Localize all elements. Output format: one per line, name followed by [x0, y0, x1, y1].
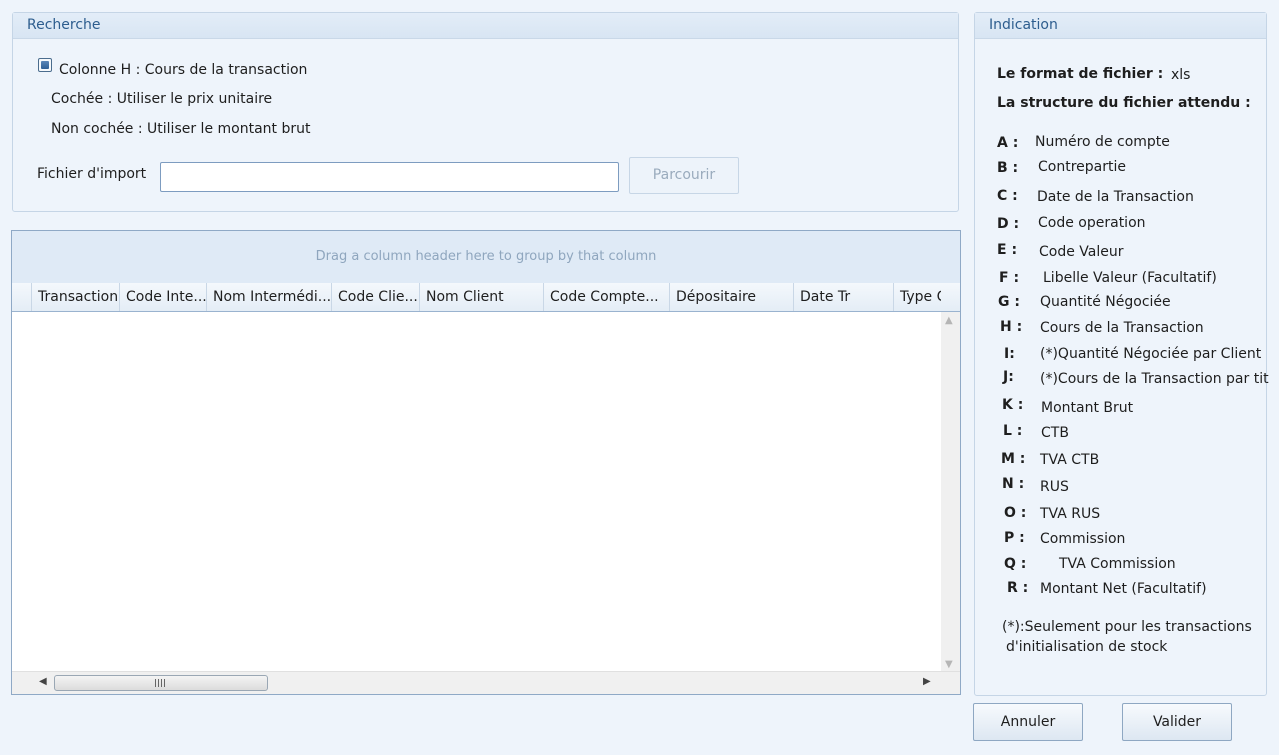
field-value: CTB	[1041, 425, 1069, 441]
field-key: P :	[1004, 530, 1025, 546]
field-key: B :	[997, 160, 1019, 176]
scroll-up-icon[interactable]: ▲	[945, 315, 953, 326]
column-header[interactable]: Transaction	[31, 283, 120, 311]
price-mode-checkbox[interactable]	[38, 58, 52, 72]
group-by-panel[interactable]: Drag a column header here to group by th…	[12, 231, 960, 284]
footnote-line1: (*):Seulement pour les transactions	[1002, 619, 1252, 635]
field-key: R :	[1007, 580, 1029, 596]
field-key: D :	[997, 216, 1020, 232]
scroll-left-icon[interactable]: ◀	[39, 676, 47, 687]
horizontal-scrollbar[interactable]: ◀ ▶	[12, 671, 960, 694]
info-panel-title: Indication	[975, 13, 1266, 39]
format-label: Le format de fichier :	[997, 66, 1164, 82]
field-value: Quantité Négociée	[1040, 294, 1171, 310]
field-value: Numéro de compte	[1035, 134, 1170, 150]
scroll-right-icon[interactable]: ▶	[923, 676, 931, 687]
field-value: (*)Quantité Négociée par Client	[1040, 346, 1262, 362]
field-key: I:	[1004, 346, 1015, 362]
vertical-scrollbar[interactable]: ▲ ▼	[941, 312, 960, 672]
column-header[interactable]: Type C	[893, 283, 941, 311]
field-key: O :	[1004, 505, 1027, 521]
checkbox-label[interactable]: Colonne H : Cours de la transaction	[59, 62, 307, 78]
field-key: Q :	[1004, 556, 1027, 572]
horizontal-scroll-thumb[interactable]	[54, 675, 268, 691]
file-label: Fichier d'import	[37, 166, 147, 182]
field-value: Code Valeur	[1039, 244, 1124, 260]
checked-hint: Cochée : Utiliser le prix unitaire	[51, 91, 273, 107]
column-header[interactable]: Nom Client	[419, 283, 544, 311]
field-key: J:	[1003, 369, 1014, 385]
column-header[interactable]: Code Inte...	[119, 283, 207, 311]
field-value: Contrepartie	[1038, 159, 1126, 175]
field-key: L :	[1003, 423, 1023, 439]
field-value: Montant Brut	[1041, 400, 1134, 416]
field-key: F :	[999, 270, 1020, 286]
search-panel-title: Recherche	[13, 13, 958, 39]
grip-icon	[155, 679, 165, 687]
field-value: Cours de la Transaction	[1040, 320, 1204, 336]
field-key: C :	[997, 188, 1018, 204]
search-panel: Recherche Colonne H : Cours de la transa…	[12, 12, 959, 212]
field-key: G :	[998, 294, 1020, 310]
scroll-down-icon[interactable]: ▼	[945, 659, 953, 670]
validate-button[interactable]: Valider	[1122, 703, 1232, 741]
field-value: TVA CTB	[1040, 452, 1100, 468]
browse-button[interactable]: Parcourir	[629, 157, 739, 194]
column-header[interactable]: Code Clie...	[331, 283, 420, 311]
field-value: Code operation	[1038, 215, 1146, 231]
field-key: E :	[997, 242, 1018, 258]
field-value: RUS	[1040, 479, 1069, 495]
column-header[interactable]: Date Tr	[793, 283, 894, 311]
info-panel: Indication Le format de fichier : xls La…	[974, 12, 1269, 696]
column-header[interactable]: Nom Intermédi...	[206, 283, 332, 311]
field-key: A :	[997, 135, 1019, 151]
field-key: K :	[1002, 397, 1024, 413]
cancel-button[interactable]: Annuler	[973, 703, 1083, 741]
field-value: TVA RUS	[1040, 506, 1101, 522]
field-value: TVA Commission	[1059, 556, 1176, 572]
field-value: Libelle Valeur (Facultatif)	[1043, 270, 1217, 286]
format-value: xls	[1171, 67, 1191, 83]
field-key: N :	[1002, 476, 1025, 492]
field-value: Date de la Transaction	[1037, 189, 1194, 205]
field-key: M :	[1001, 451, 1026, 467]
transactions-grid: Drag a column header here to group by th…	[11, 230, 961, 695]
import-file-input[interactable]	[160, 162, 619, 192]
column-header[interactable]: Dépositaire	[669, 283, 794, 311]
field-key: H :	[1000, 319, 1023, 335]
field-value: (*)Cours de la Transaction par tit	[1040, 371, 1269, 387]
column-header[interactable]: Code Compte...	[543, 283, 670, 311]
structure-label: La structure du fichier attendu :	[997, 95, 1251, 111]
column-headers: Transaction Code Inte... Nom Intermédi..…	[12, 283, 960, 312]
unchecked-hint: Non cochée : Utiliser le montant brut	[51, 121, 311, 137]
field-value: Montant Net (Facultatif)	[1040, 581, 1207, 597]
footnote-line2: d'initialisation de stock	[1006, 639, 1168, 655]
field-value: Commission	[1040, 531, 1126, 547]
